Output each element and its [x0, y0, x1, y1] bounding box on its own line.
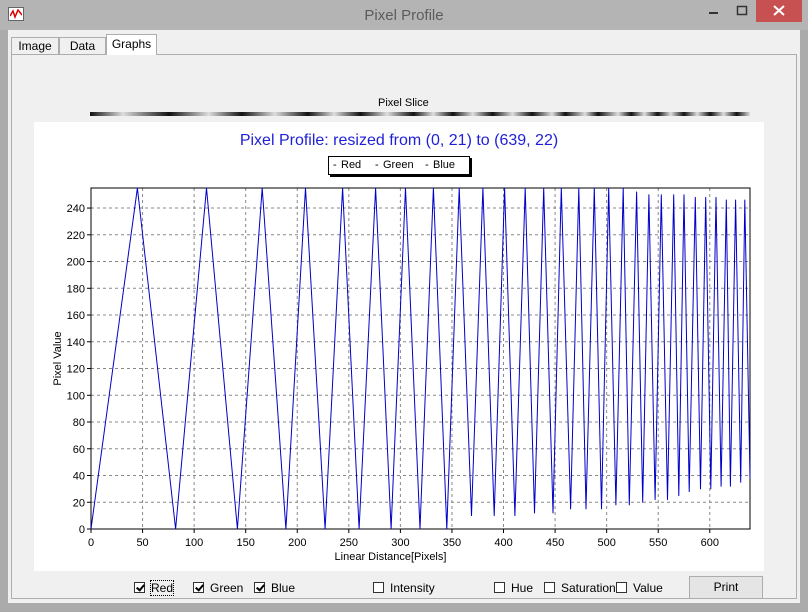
- y-tick-label: 120: [67, 364, 85, 376]
- minimize-icon: [709, 12, 718, 14]
- saturation-checkbox-label[interactable]: Saturation: [561, 581, 616, 595]
- legend-entry-blue: Blue: [433, 159, 456, 171]
- saturation-checkbox[interactable]: [544, 582, 555, 593]
- y-tick-label: 40: [73, 471, 85, 483]
- pixel-slice-strip: [90, 112, 750, 116]
- hue-checkbox-label[interactable]: Hue: [511, 581, 533, 595]
- legend-blue-marker: -: [425, 159, 429, 171]
- x-tick-label: 450: [546, 537, 564, 549]
- y-axis-label: Pixel Value: [52, 331, 64, 385]
- maximize-button[interactable]: [728, 0, 756, 22]
- x-tick-label: 300: [391, 537, 409, 549]
- blue-checkbox[interactable]: [254, 582, 265, 593]
- red-checkbox[interactable]: [134, 582, 145, 593]
- profile-chart: 0 50 100 150 200 250 300 350 400 450 500 550 600 0 20 4…: [52, 187, 751, 563]
- window-title: Pixel Profile: [364, 7, 444, 24]
- close-button[interactable]: [756, 0, 802, 22]
- legend-entry-green: Green: [383, 159, 414, 171]
- plot-frame: [90, 187, 751, 530]
- intensity-checkbox-label[interactable]: Intensity: [390, 581, 435, 595]
- y-tick-label: 140: [67, 337, 85, 349]
- y-tick-label: 180: [67, 283, 85, 295]
- chart-area: 0 50 100 150 200 250 300 350 400 450 500 550 600 0 20 4…: [34, 122, 764, 571]
- x-tick-label: 550: [649, 537, 667, 549]
- y-tick-label: 80: [73, 417, 85, 429]
- y-tick-label: 0: [79, 524, 85, 536]
- x-tick-label: 600: [701, 537, 719, 549]
- tab-graphs[interactable]: Graphs: [106, 34, 157, 55]
- y-tick-label: 220: [67, 230, 85, 242]
- print-button[interactable]: Print: [689, 576, 763, 599]
- x-tick-label: 0: [88, 537, 94, 549]
- legend-green-marker: -: [375, 159, 379, 171]
- maximize-icon: [736, 5, 748, 16]
- value-checkbox[interactable]: [616, 582, 627, 593]
- x-tick-label: 500: [597, 537, 615, 549]
- x-tick-label: 50: [136, 537, 148, 549]
- y-tick-label: 160: [67, 310, 85, 322]
- blue-checkbox-label[interactable]: Blue: [271, 581, 295, 595]
- y-tick-label: 100: [67, 390, 85, 402]
- x-tick-label: 200: [288, 537, 306, 549]
- tab-data[interactable]: Data: [59, 37, 106, 54]
- x-tick-label: 100: [185, 537, 203, 549]
- y-tick-label: 200: [67, 257, 85, 269]
- graphs-panel: Pixel Slice 0 50 100 150 200 250 300 350…: [11, 54, 797, 599]
- pixel-slice-label: Pixel Slice: [378, 97, 429, 109]
- green-checkbox-label[interactable]: Green: [210, 581, 243, 595]
- x-tick-label: 400: [494, 537, 512, 549]
- legend-entry-red: Red: [341, 159, 362, 171]
- x-axis-label: Linear Distance[Pixels]: [335, 551, 447, 563]
- y-tick-label: 240: [67, 203, 85, 215]
- hue-checkbox[interactable]: [494, 582, 505, 593]
- value-checkbox-label[interactable]: Value: [633, 581, 663, 595]
- red-checkbox-label[interactable]: Red: [149, 580, 175, 596]
- x-tick-label: 150: [237, 537, 255, 549]
- legend-red-marker: -: [333, 159, 337, 171]
- close-icon: [773, 5, 785, 16]
- title-bar[interactable]: Pixel Profile: [0, 0, 808, 30]
- chart-title: Pixel Profile: resized from (0, 21) to (…: [239, 132, 559, 149]
- x-tick-label: 350: [443, 537, 461, 549]
- intensity-checkbox[interactable]: [373, 582, 384, 593]
- x-tick-label: 250: [340, 537, 358, 549]
- green-checkbox[interactable]: [193, 582, 204, 593]
- chart-legend: - Red - Green - Blue: [328, 156, 470, 175]
- y-tick-label: 20: [73, 497, 85, 509]
- y-tick-label: 60: [73, 444, 85, 456]
- minimize-button[interactable]: [700, 0, 728, 22]
- tab-image[interactable]: Image: [11, 37, 59, 54]
- series-line-blue: [90, 187, 751, 530]
- window-client: Image Data Graphs Pixel Slice 0 50 100 1…: [8, 30, 800, 603]
